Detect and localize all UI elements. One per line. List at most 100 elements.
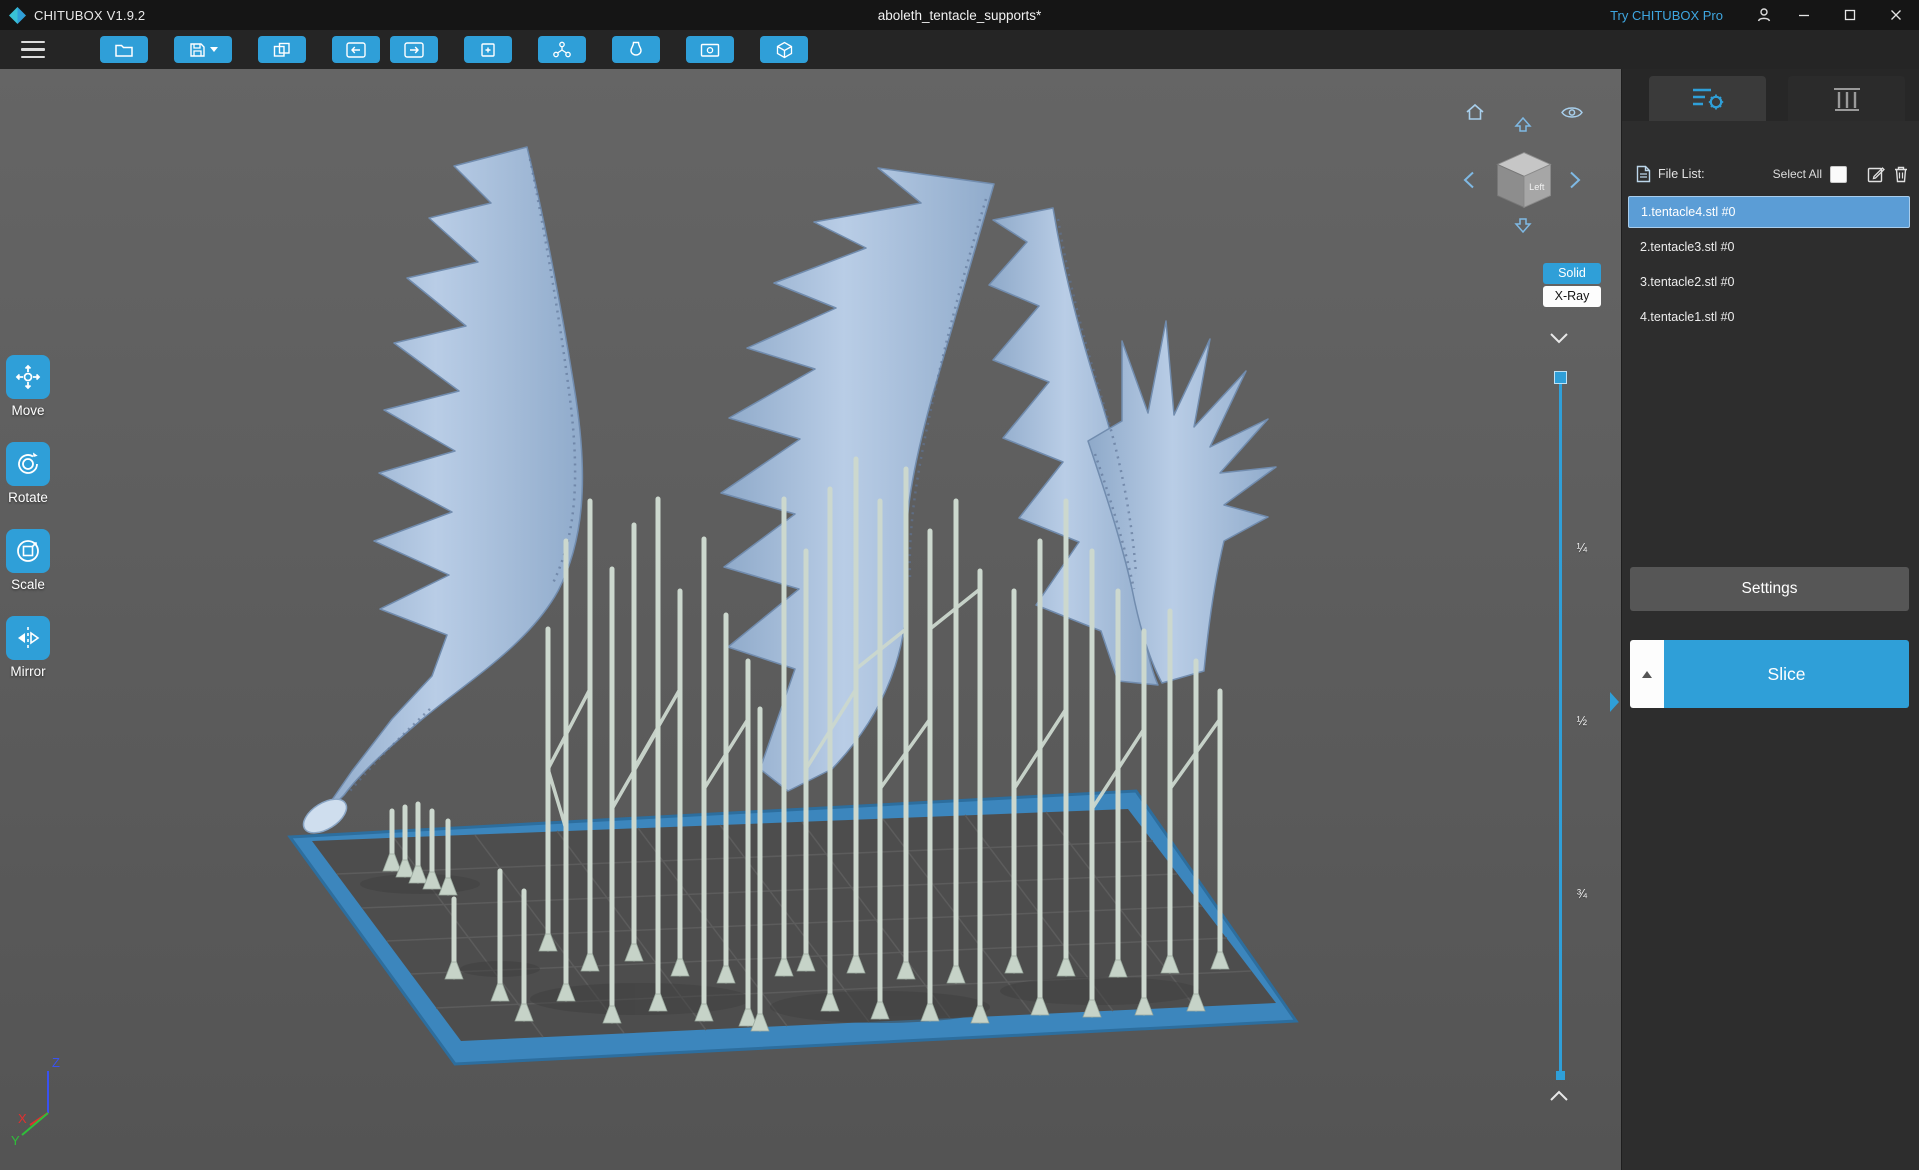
file-list-icon (1636, 165, 1651, 183)
scale-tool-button[interactable]: Scale (6, 529, 50, 592)
tab-support-settings[interactable] (1788, 76, 1905, 121)
rotate-view-right-button[interactable] (1569, 171, 1581, 194)
rotate-view-down-button[interactable] (1514, 218, 1532, 238)
mirror-tool-button[interactable]: Mirror (6, 616, 50, 679)
layer-slider-bottom-handle[interactable] (1556, 1071, 1565, 1080)
save-button[interactable] (174, 36, 232, 63)
maximize-button[interactable] (1827, 0, 1873, 30)
save-dropdown-caret-icon (209, 47, 218, 52)
axes-indicator: Z X Y (11, 1055, 60, 1148)
select-all-checkbox[interactable] (1830, 165, 1847, 183)
print-box-button[interactable] (760, 36, 808, 63)
minimize-icon (1799, 14, 1809, 17)
tab-file-settings[interactable] (1649, 76, 1766, 121)
minimize-button[interactable] (1781, 0, 1827, 30)
screenshot-icon (700, 43, 720, 57)
move-tool-button[interactable]: Move (6, 355, 50, 418)
redo-button[interactable] (390, 36, 438, 63)
file-list-label: File List: (1658, 167, 1705, 181)
document-title: aboleth_tentacle_supports* (877, 7, 1042, 23)
edit-icon (1867, 167, 1885, 183)
view-cube[interactable]: Left (1492, 147, 1556, 218)
arrow-down-icon (1514, 218, 1532, 234)
render-mode-solid-button[interactable]: Solid (1543, 263, 1601, 284)
slider-label-three-quarter: ¾ (1576, 887, 1587, 901)
panel-collapse-arrow-icon (1610, 692, 1619, 712)
file-row-tentacle3[interactable]: 2.tentacle3.stl #0 (1628, 231, 1910, 263)
model-tentacle4[interactable] (315, 146, 584, 824)
maximize-icon (1844, 9, 1856, 21)
app-title: CHITUBOX V1.9.2 (34, 7, 146, 23)
hollow-button[interactable] (612, 36, 660, 63)
panel-collapse-handle[interactable] (1607, 687, 1623, 717)
left-tool-column: Move Rotate Scale Mirror (2, 355, 54, 679)
layer-slider-handle[interactable] (1554, 371, 1567, 384)
settings-button[interactable]: Settings (1630, 567, 1909, 611)
support-pillars-icon (1833, 87, 1860, 111)
arrow-left-icon (1463, 171, 1474, 189)
select-all-label: Select All (1772, 167, 1822, 181)
render-mode-toggle: Solid X-Ray (1543, 263, 1601, 307)
copy-button[interactable] (258, 36, 306, 63)
close-button[interactable] (1873, 0, 1919, 30)
open-file-button[interactable] (100, 36, 148, 63)
file-row-tentacle4[interactable]: 1.tentacle4.stl #0 (1628, 196, 1910, 228)
network-send-button[interactable] (538, 36, 586, 63)
delete-file-button[interactable] (1893, 165, 1909, 183)
render-mode-xray-button[interactable]: X-Ray (1543, 286, 1601, 307)
file-list: 1.tentacle4.stl #0 2.tentacle3.stl #0 3.… (1622, 196, 1919, 336)
slider-label-half: ½ (1576, 714, 1587, 728)
hollow-icon (630, 41, 642, 56)
rename-file-button[interactable] (1867, 165, 1885, 183)
rotate-icon (18, 452, 38, 474)
slice-expand-button[interactable] (1630, 640, 1664, 708)
rotate-tool-button[interactable]: Rotate (6, 442, 50, 505)
file-row-tentacle1[interactable]: 4.tentacle1.stl #0 (1628, 301, 1910, 333)
mirror-icon (18, 627, 40, 649)
rotate-view-left-button[interactable] (1463, 171, 1475, 194)
menu-button[interactable] (12, 34, 54, 66)
slice-button[interactable]: Slice (1664, 640, 1909, 708)
viewport-3d[interactable]: Move Rotate Scale Mirror Left Solid X-Ra… (0, 69, 1621, 1170)
network-send-icon (553, 41, 571, 58)
undo-icon (346, 41, 366, 58)
rotate-view-up-button[interactable] (1514, 116, 1532, 137)
screenshot-button[interactable] (686, 36, 734, 63)
account-button[interactable] (1747, 0, 1781, 30)
chevron-up-icon (1550, 1090, 1568, 1101)
viewport-3d-scene[interactable] (0, 69, 1621, 1170)
axis-x-label: X (18, 1111, 27, 1126)
list-gear-icon (1692, 88, 1723, 109)
move-icon (15, 364, 41, 390)
layer-step-down-button[interactable] (1549, 331, 1569, 349)
arrow-up-icon (1514, 116, 1532, 132)
slice-expand-caret-icon (1642, 670, 1652, 678)
home-icon (1466, 103, 1484, 120)
redo-icon (404, 41, 424, 58)
layer-step-up-button[interactable] (1549, 1089, 1569, 1107)
scale-icon (17, 540, 39, 562)
duplicate-button[interactable] (464, 36, 512, 63)
copy-icon (273, 42, 290, 57)
undo-button[interactable] (332, 36, 380, 63)
view-cube-face-label: Left (1529, 182, 1545, 192)
print-box-icon (776, 41, 792, 58)
layer-slider-track[interactable] (1559, 377, 1562, 1075)
panel-tab-bar (1622, 69, 1919, 121)
save-icon (189, 42, 205, 57)
open-folder-icon (115, 44, 133, 57)
axis-z-label: Z (52, 1055, 60, 1070)
eye-icon (1561, 107, 1583, 118)
chitubox-window: CHITUBOX V1.9.2 aboleth_tentacle_support… (0, 0, 1919, 1170)
person-icon (1757, 8, 1771, 22)
file-row-tentacle2[interactable]: 3.tentacle2.stl #0 (1628, 266, 1910, 298)
chitubox-logo-icon (9, 6, 26, 24)
main-toolbar (0, 30, 1919, 69)
file-list-header: File List: Select All (1622, 164, 1919, 184)
right-panel: File List: Select All 1.tentacle4.stl #0… (1621, 69, 1919, 1170)
visibility-button[interactable] (1561, 105, 1583, 125)
home-view-button[interactable] (1465, 103, 1485, 126)
duplicate-icon (481, 42, 495, 57)
try-pro-link[interactable]: Try CHITUBOX Pro (1610, 8, 1723, 23)
slider-label-quarter: ¼ (1576, 541, 1587, 555)
